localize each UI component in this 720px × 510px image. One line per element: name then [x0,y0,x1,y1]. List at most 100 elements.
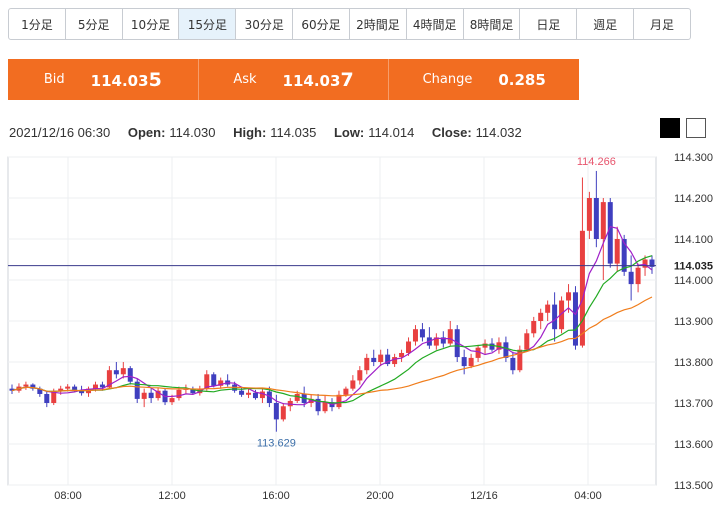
candle-body [510,357,516,371]
candle-body [252,392,258,399]
candle-body [273,403,279,420]
bid-label: Bid [43,72,65,87]
candle-body [148,392,154,399]
tab-4[interactable]: 30分足 [236,9,294,39]
candle-body [65,386,71,389]
change-cell: Change 0.285 [389,59,580,100]
candle-body [406,341,412,353]
y-tick-label: 114.300 [674,152,713,164]
tab-10[interactable]: 週足 [577,9,635,39]
x-tick-label: 04:00 [574,490,602,502]
candle-body [378,354,384,362]
min-price-label: 113.629 [257,438,296,450]
open-value: 114.030 [169,125,216,140]
y-tick-label: 114.000 [674,275,713,287]
tab-0[interactable]: 1分足 [9,9,66,39]
candle-body [99,384,105,388]
y-tick-label: 113.800 [674,357,713,369]
candle-body [23,384,29,387]
tab-11[interactable]: 月足 [634,9,690,39]
change-label: Change [422,72,473,87]
y-tick-label: 113.500 [674,480,713,492]
tab-3[interactable]: 15分足 [179,9,237,39]
candle-body [280,406,286,420]
tab-2[interactable]: 10分足 [123,9,180,39]
candle-body [593,198,599,239]
candle-body [371,357,377,362]
candle-body [113,370,119,375]
x-tick-label: 12:00 [158,490,186,502]
candle-body [169,398,175,403]
tab-6[interactable]: 2時間足 [350,9,407,39]
candle-body [489,343,495,350]
low-label: Low: [333,125,365,140]
candle-body [357,370,363,381]
low-value: 114.014 [368,125,415,140]
candle-body [246,392,252,395]
high-label: High: [233,125,267,140]
quote-bar: Bid 114.035 Ask 114.037 Change 0.285 [8,59,580,100]
close-label: Close: [431,125,472,140]
tab-1[interactable]: 5分足 [66,9,123,39]
change-value: 0.285 [498,70,546,89]
light-theme-button[interactable] [686,118,706,138]
candle-body [600,202,606,239]
candle-body [419,329,425,338]
candle-body [239,390,245,395]
ohlc-datetime: 2021/12/16 06:30 [9,125,111,140]
y-tick-label: 113.700 [674,398,713,410]
max-price-label: 114.266 [577,156,616,168]
candle-body [586,198,592,231]
candle-body [72,386,78,390]
candlestick-chart: 114.300 114.200 114.100 114.000 113.900 113.8… [7,152,717,502]
candle-body [322,402,328,412]
candle-body [343,388,349,395]
candle-body [614,239,620,264]
bid-value: 114.035 [90,68,162,91]
current-price-label: 114.035 [674,261,713,273]
bid-cell: Bid 114.035 [8,59,199,100]
candle-body [447,329,453,344]
candle-body [545,304,551,313]
candle-body [635,267,641,285]
candle-body [566,292,572,301]
candle-body [392,357,398,365]
candle-body [412,329,418,342]
open-label: Open: [127,125,166,140]
candle-body [364,357,370,371]
candle-body [176,389,182,399]
candle-body [120,368,126,375]
candle-body [350,380,356,389]
y-tick-label: 114.200 [674,193,713,205]
y-tick-label: 113.900 [674,316,713,328]
candle-body [127,368,133,382]
candle-body [628,271,634,285]
candle-body [503,342,509,358]
dark-theme-button[interactable] [660,118,680,138]
timeframe-tabs: 1分足 5分足 10分足 15分足 30分足 60分足 2時間足 4時間足 8時間足 日足 週足 月足 [8,8,691,40]
candle-body [531,321,537,334]
candle-body [538,312,544,321]
candle-body [461,357,467,367]
ask-value: 114.037 [282,68,354,91]
x-tick-label: 16:00 [262,490,290,502]
ohlc-info: 2021/12/16 06:30 Open: 114.030 High: 114.0… [9,125,522,140]
tab-9[interactable]: 日足 [520,9,578,39]
x-tick-label: 12/16 [470,490,498,502]
tab-8[interactable]: 8時間足 [464,9,521,39]
ask-label: Ask [233,72,257,87]
candle-body [552,304,558,330]
candle-body [141,392,147,399]
candle-body [211,374,217,386]
x-tick-label: 08:00 [54,490,82,502]
candle-body [524,333,530,350]
tab-5[interactable]: 60分足 [293,9,350,39]
x-tick-label: 20:00 [366,490,394,502]
candle-body [44,393,50,403]
candle-body [336,394,342,408]
candle-body [607,202,613,264]
tab-7[interactable]: 4時間足 [407,9,464,39]
candle-body [579,230,585,346]
y-tick-label: 113.600 [674,439,713,451]
high-value: 114.035 [270,125,317,140]
